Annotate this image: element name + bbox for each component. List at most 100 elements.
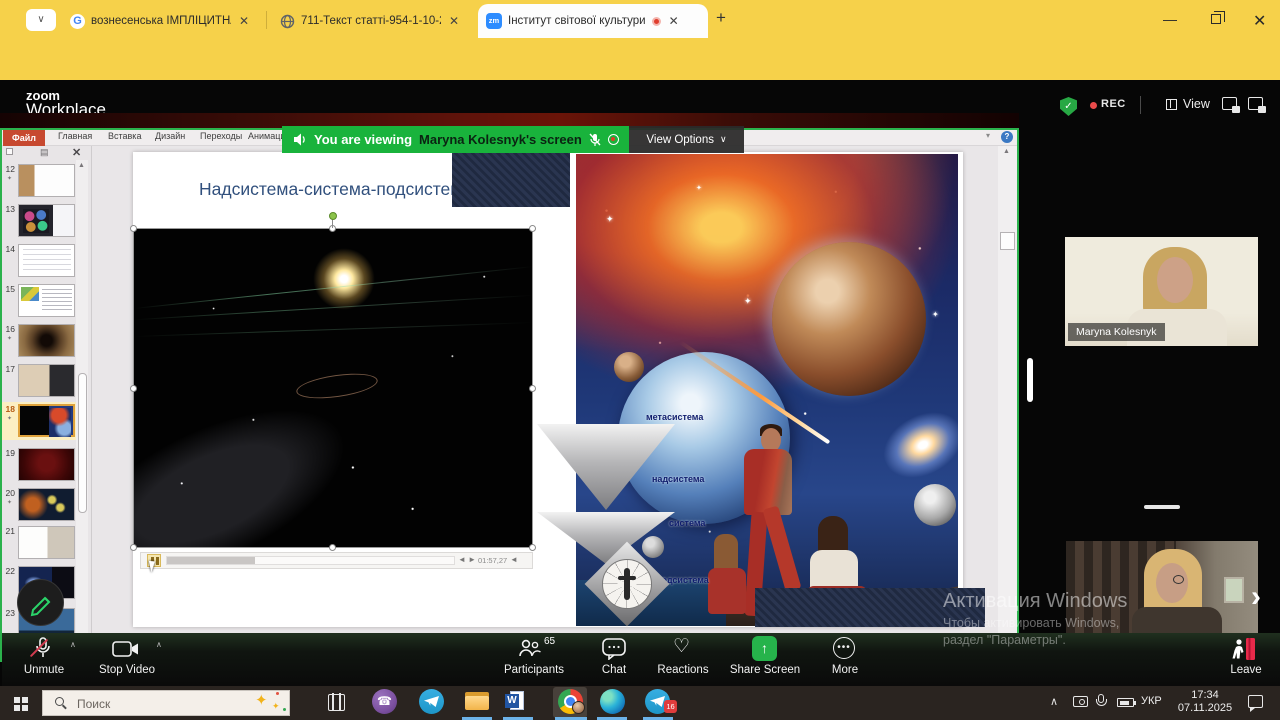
tab-close-icon[interactable]: ✕ (669, 14, 679, 28)
scroll-up-icon[interactable]: ▲ (1003, 148, 1010, 155)
view-grid-icon[interactable] (1166, 99, 1177, 110)
screen-share-banner: You are viewing Maryna Kolesnyk's screen (282, 126, 629, 153)
view-options-button[interactable]: View Options ∨ (629, 126, 744, 153)
view-button[interactable]: View (1183, 97, 1210, 111)
participants-icon[interactable] (518, 638, 542, 658)
slide-thumbnail-18-selected[interactable]: 18✦ (2, 402, 78, 440)
leave-icon[interactable] (1232, 637, 1258, 661)
panel-drag-handle[interactable] (1144, 505, 1180, 509)
participant-video-tile[interactable]: Maryna Kolesnyk (1065, 237, 1258, 346)
video-progress-fill (167, 557, 255, 564)
mic-options-chevron-icon[interactable]: ∧ (70, 640, 76, 649)
more-icon[interactable]: ••• (833, 637, 855, 659)
resize-handle[interactable] (529, 544, 536, 551)
browser-tab-active[interactable]: zm Інститут світової культури ✕ (478, 4, 708, 38)
ppt-tab-home[interactable]: Главная (58, 131, 92, 141)
task-view-button[interactable] (328, 694, 345, 711)
rotation-handle[interactable] (329, 212, 337, 220)
window-restore-button[interactable] (1211, 14, 1221, 24)
edge-icon[interactable] (600, 689, 625, 714)
slide-thumbnail-12[interactable]: 12✦ (2, 162, 78, 200)
ribbon-collapse-icon[interactable]: ▾ (986, 131, 990, 140)
stop-video-button[interactable]: Stop Video (99, 664, 155, 676)
resize-handle[interactable] (529, 225, 536, 232)
chat-button[interactable]: Chat (602, 664, 626, 676)
start-button[interactable] (14, 697, 20, 703)
share-screen-button[interactable]: Share Screen (730, 664, 800, 676)
star-sparkle: ✦ (696, 184, 702, 192)
tab-close-icon[interactable]: ✕ (239, 14, 249, 28)
tab-search-button[interactable]: ∨ (26, 9, 56, 31)
slide-thumbnail-21[interactable]: 21 (2, 524, 78, 562)
chat-icon[interactable] (602, 638, 626, 660)
slide-thumbnail-19[interactable]: 19 (2, 446, 78, 484)
thumbnail-scroll-thumb[interactable] (78, 373, 87, 513)
resize-handle[interactable] (329, 544, 336, 551)
viber-icon[interactable]: ☎ (372, 689, 397, 714)
tab-close-icon[interactable]: ✕ (449, 14, 459, 28)
search-highlights-icon[interactable]: ✦ (255, 691, 268, 709)
ppt-scrollbar[interactable] (998, 146, 1017, 633)
taskbar-search[interactable]: Поиск (42, 690, 290, 716)
tray-language[interactable]: УКР (1141, 695, 1162, 707)
resize-handle[interactable] (130, 385, 137, 392)
unmute-button[interactable]: Unmute (24, 664, 64, 676)
ppt-tab-file[interactable]: Файл (3, 130, 45, 146)
more-button[interactable]: More (832, 664, 858, 676)
camera-icon[interactable] (112, 641, 140, 657)
window-minimize-button[interactable]: — (1163, 11, 1177, 27)
tray-battery-icon[interactable] (1117, 698, 1134, 707)
slide-thumbnail-14[interactable]: 14 (2, 242, 78, 280)
annotate-pencil-button[interactable] (17, 579, 64, 626)
browser-tab-2[interactable]: 711-Текст статті-954-1-10-202 ✕ (272, 6, 472, 36)
ppt-help-icon[interactable]: ? (1001, 131, 1013, 143)
gray-moon (914, 484, 956, 526)
video-options-chevron-icon[interactable]: ∧ (156, 640, 162, 649)
ppt-scroll-thumb[interactable] (1000, 232, 1015, 250)
tray-display-icon[interactable] (1073, 696, 1088, 707)
popout-window-icon[interactable] (1248, 97, 1263, 110)
sidebar-scrollbar-thumb[interactable] (1027, 358, 1033, 402)
slide-thumbnail-20[interactable]: 20✦ (2, 486, 78, 524)
participants-count: 65 (544, 636, 555, 647)
outline-view-icon[interactable]: ▤ (40, 147, 49, 158)
telegram-icon[interactable] (419, 689, 444, 714)
volume-icon[interactable]: ◄ (510, 555, 518, 564)
swap-windows-icon[interactable] (1222, 97, 1237, 110)
seek-icons[interactable]: ◄ ► (458, 555, 476, 564)
tab-title: Інститут світової культури (508, 15, 646, 27)
tray-microphone-icon[interactable] (1098, 694, 1104, 703)
hidden-icons-chevron[interactable]: ∧ (1050, 695, 1058, 708)
window-close-button[interactable]: ✕ (1253, 11, 1266, 31)
share-screen-icon[interactable]: ↑ (752, 636, 777, 661)
slide-video-player[interactable] (133, 228, 533, 548)
panel-close-icon[interactable]: ✕ (72, 146, 81, 159)
recording-dot-icon (1090, 102, 1097, 109)
pencil-icon (18, 580, 63, 625)
scroll-up-icon[interactable]: ▲ (78, 162, 85, 169)
screen: ∨ G вознесенська ІМПЛІЦИТНА ТІ ✕ 711-Тек… (0, 0, 1280, 720)
participants-button[interactable]: Participants (504, 664, 564, 676)
tray-clock[interactable]: 17:34 07.11.2025 (1173, 689, 1237, 715)
collapse-panel-chevron-icon[interactable]: › (1251, 580, 1261, 614)
slide-thumbnail-15[interactable]: 15 (2, 282, 78, 320)
tray-date: 07.11.2025 (1173, 702, 1237, 715)
star-sparkle: ✦ (932, 310, 939, 319)
reactions-button[interactable]: Reactions (657, 664, 708, 676)
browser-tab-1[interactable]: G вознесенська ІМПЛІЦИТНА ТІ ✕ (62, 6, 262, 36)
ppt-tab-design[interactable]: Дизайн (155, 131, 185, 141)
action-center-icon[interactable] (1248, 695, 1263, 708)
google-favicon-icon: G (70, 14, 85, 29)
self-video-tile[interactable] (1066, 541, 1258, 637)
leave-button[interactable]: Leave (1230, 664, 1261, 676)
reactions-heart-icon[interactable]: ♡ (673, 635, 690, 658)
resize-handle[interactable] (130, 544, 137, 551)
resize-handle[interactable] (130, 225, 137, 232)
new-tab-button[interactable]: + (716, 8, 726, 28)
slide-thumbnail-17[interactable]: 17 (2, 362, 78, 400)
ppt-tab-transitions[interactable]: Переходы (200, 131, 242, 141)
ppt-tab-insert[interactable]: Вставка (108, 131, 141, 141)
resize-handle[interactable] (529, 385, 536, 392)
slide-thumbnail-13[interactable]: 13 (2, 202, 78, 240)
slide-thumbnail-16[interactable]: 16✦ (2, 322, 78, 360)
